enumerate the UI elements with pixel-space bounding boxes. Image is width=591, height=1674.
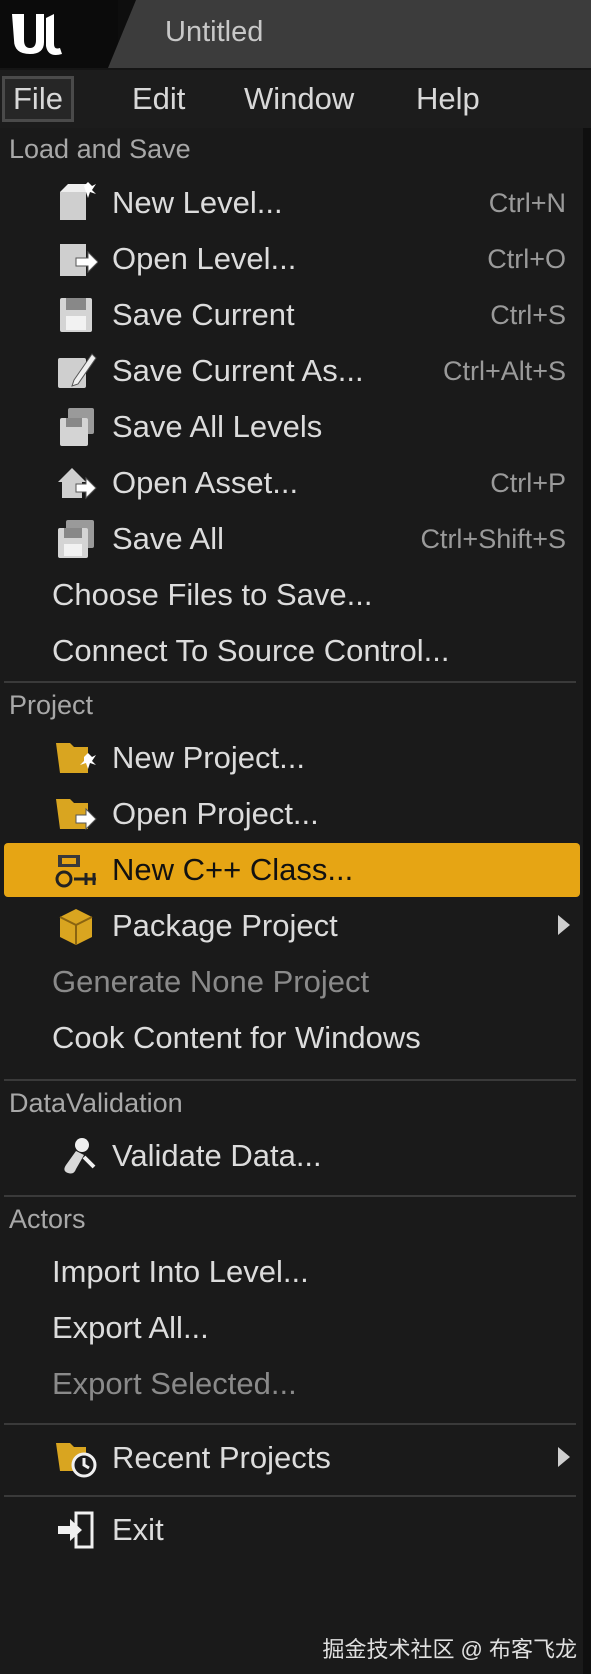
cpp-class-icon (54, 849, 98, 891)
shortcut-label: Ctrl+Alt+S (442, 356, 566, 386)
menu-item-new-cpp-class[interactable]: New C++ Class... (4, 843, 580, 897)
file-menu-dropdown: Load and Save New Level... Ctrl+N Open L… (0, 128, 583, 1674)
menu-item-generate-project: Generate None Project (4, 955, 580, 1009)
open-level-icon (54, 238, 99, 280)
section-load-and-save: Load and Save (9, 134, 191, 164)
menu-item-label: Open Project... (112, 796, 319, 831)
menu-item-label: Generate None Project (52, 964, 370, 999)
menu-item-label: Package Project (112, 908, 338, 943)
menu-divider (4, 681, 576, 683)
menu-item-save-current-as[interactable]: Save Current As... Ctrl+Alt+S (4, 344, 580, 398)
title-bar: Untitled (0, 0, 591, 68)
menu-item-label: Open Asset... (112, 465, 299, 500)
menu-item-label: Open Level... (112, 241, 297, 276)
menu-item-label: Recent Projects (112, 1440, 331, 1475)
menu-item-validate-data[interactable]: Validate Data... (4, 1129, 580, 1183)
menu-item-label: Save Current As... (112, 353, 364, 388)
menu-item-open-project[interactable]: Open Project... (4, 787, 580, 841)
section-data-validation: DataValidation (9, 1088, 183, 1118)
submenu-arrow-icon (558, 1447, 570, 1467)
validate-data-icon (54, 1135, 98, 1177)
menu-divider (4, 1079, 576, 1081)
menu-item-label: Save All (112, 521, 225, 556)
menu-divider (4, 1423, 576, 1425)
save-all-levels-icon (54, 406, 98, 448)
menu-file[interactable]: File (2, 76, 74, 122)
shortcut-label: Ctrl+Shift+S (420, 524, 566, 554)
menu-item-recent-projects[interactable]: Recent Projects (4, 1431, 580, 1485)
menu-item-label: Export All... (52, 1310, 209, 1345)
menu-item-package-project[interactable]: Package Project (4, 899, 580, 953)
new-level-icon (54, 182, 98, 224)
shortcut-label: Ctrl+O (487, 244, 566, 274)
menu-item-connect-source-control[interactable]: Connect To Source Control... (4, 624, 580, 678)
menu-bar: File Edit Window Help (0, 70, 591, 130)
menu-item-export-selected: Export Selected... (4, 1357, 580, 1411)
section-project: Project (9, 690, 94, 720)
menu-item-new-project[interactable]: New Project... (4, 731, 580, 785)
menu-item-save-all-levels[interactable]: Save All Levels (4, 400, 580, 454)
menu-item-label: Validate Data... (112, 1138, 322, 1173)
save-as-icon (54, 350, 98, 392)
menu-item-label: Save Current (112, 297, 295, 332)
menu-item-export-all[interactable]: Export All... (4, 1301, 580, 1355)
shortcut-label: Ctrl+S (490, 300, 566, 330)
submenu-arrow-icon (558, 915, 570, 935)
menu-item-import-into-level[interactable]: Import Into Level... (4, 1245, 580, 1299)
menu-help[interactable]: Help (408, 76, 488, 122)
shortcut-label: Ctrl+N (488, 188, 566, 218)
menu-item-label: Exit (112, 1512, 164, 1547)
menu-item-choose-files-to-save[interactable]: Choose Files to Save... (4, 568, 580, 622)
menu-item-save-all[interactable]: Save All Ctrl+Shift+S (4, 512, 580, 566)
menu-item-new-level[interactable]: New Level... Ctrl+N (4, 176, 580, 230)
open-asset-icon (54, 462, 98, 504)
open-project-icon (54, 793, 98, 835)
section-actors: Actors (9, 1204, 86, 1234)
menu-divider (4, 1495, 576, 1497)
menu-item-exit[interactable]: Exit (4, 1503, 580, 1557)
menu-divider (4, 1195, 576, 1197)
menu-item-label: Connect To Source Control... (52, 633, 450, 668)
menu-item-open-level[interactable]: Open Level... Ctrl+O (4, 232, 580, 286)
menu-item-label: Choose Files to Save... (52, 577, 373, 612)
menu-item-label: Save All Levels (112, 409, 323, 444)
menu-item-label: New Level... (112, 185, 283, 220)
new-project-icon (54, 737, 98, 779)
menu-item-save-current[interactable]: Save Current Ctrl+S (4, 288, 580, 342)
unreal-logo (0, 0, 118, 68)
menu-window[interactable]: Window (236, 76, 362, 122)
menu-edit[interactable]: Edit (124, 76, 193, 122)
menu-item-label: New Project... (112, 740, 305, 775)
watermark-text: 掘金技术社区 @ 布客飞龙 (322, 1637, 577, 1662)
save-icon (54, 294, 98, 336)
save-all-icon (54, 518, 98, 560)
shortcut-label: Ctrl+P (490, 468, 566, 498)
window-title: Untitled (165, 16, 264, 48)
menu-item-open-asset[interactable]: Open Asset... Ctrl+P (4, 456, 580, 510)
exit-icon (54, 1509, 98, 1551)
menu-item-label: Cook Content for Windows (52, 1020, 421, 1055)
menu-item-cook-content[interactable]: Cook Content for Windows (4, 1011, 580, 1065)
recent-projects-icon (54, 1437, 98, 1479)
package-icon (54, 905, 98, 947)
menu-item-label: Export Selected... (52, 1366, 297, 1401)
menu-item-label: New C++ Class... (112, 852, 354, 887)
menu-item-label: Import Into Level... (52, 1254, 309, 1289)
